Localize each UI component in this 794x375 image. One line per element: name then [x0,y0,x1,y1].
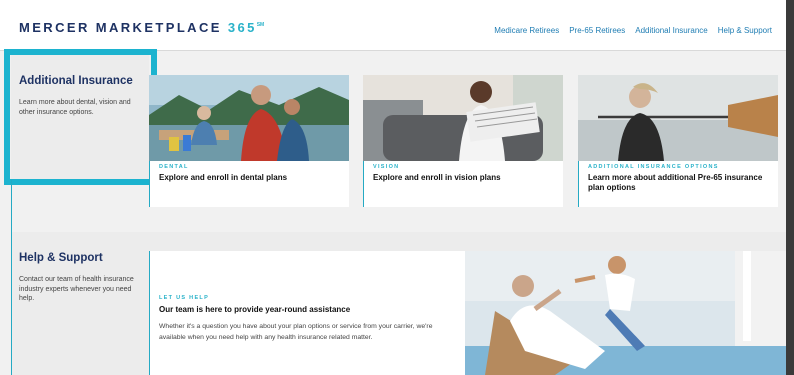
man-reading-newspaper-photo [363,75,563,161]
selection-highlight [4,49,157,185]
top-nav: Medicare Retirees Pre-65 Retirees Additi… [494,26,772,35]
vision-card[interactable]: VISION Explore and enroll in vision plan… [363,75,563,207]
brand-logo[interactable]: MERCER MARKETPLACE 365SM [19,20,264,35]
woman-paddling-photo [578,75,778,161]
grandfather-high-five-photo [465,251,786,375]
nav-additional-insurance[interactable]: Additional Insurance [635,26,708,35]
nav-medicare-retirees[interactable]: Medicare Retirees [494,26,559,35]
additional-options-kicker: ADDITIONAL INSURANCE OPTIONS [588,164,719,170]
help-kicker: LET US HELP [159,295,210,301]
help-body-text: Whether it's a question you have about y… [159,323,433,341]
vision-card-title[interactable]: Explore and enroll in vision plans [373,173,558,183]
nav-help-support[interactable]: Help & Support [718,26,772,35]
help-headline: Our team is here to provide year-round a… [159,305,351,314]
dental-card-title[interactable]: Explore and enroll in dental plans [159,173,344,183]
brand-name: MERCER MARKETPLACE [19,20,222,35]
help-support-title: Help & Support [19,252,103,264]
dental-card[interactable]: DENTAL Explore and enroll in dental plan… [149,75,349,207]
window-edge [786,0,794,375]
brand-mark: SM [256,22,265,28]
family-picnic-photo [149,75,349,161]
help-card: LET US HELP Our team is here to provide … [149,251,465,375]
left-accent-line [11,180,12,375]
additional-options-card-title[interactable]: Learn more about additional Pre-65 insur… [588,173,773,193]
card-accent [363,161,364,207]
site-header: MERCER MARKETPLACE 365SM Medicare Retire… [0,0,786,51]
card-accent [149,161,150,207]
vision-kicker: VISION [373,164,400,170]
page: MERCER MARKETPLACE 365SM Medicare Retire… [0,0,786,375]
brand-number: 365 [227,20,257,35]
card-accent [578,161,579,207]
card-accent [149,251,150,375]
additional-options-card[interactable]: ADDITIONAL INSURANCE OPTIONS Learn more … [578,75,778,207]
help-support-description: Contact our team of health insurance ind… [19,276,134,302]
nav-pre65-retirees[interactable]: Pre-65 Retirees [569,26,625,35]
dental-kicker: DENTAL [159,164,189,170]
